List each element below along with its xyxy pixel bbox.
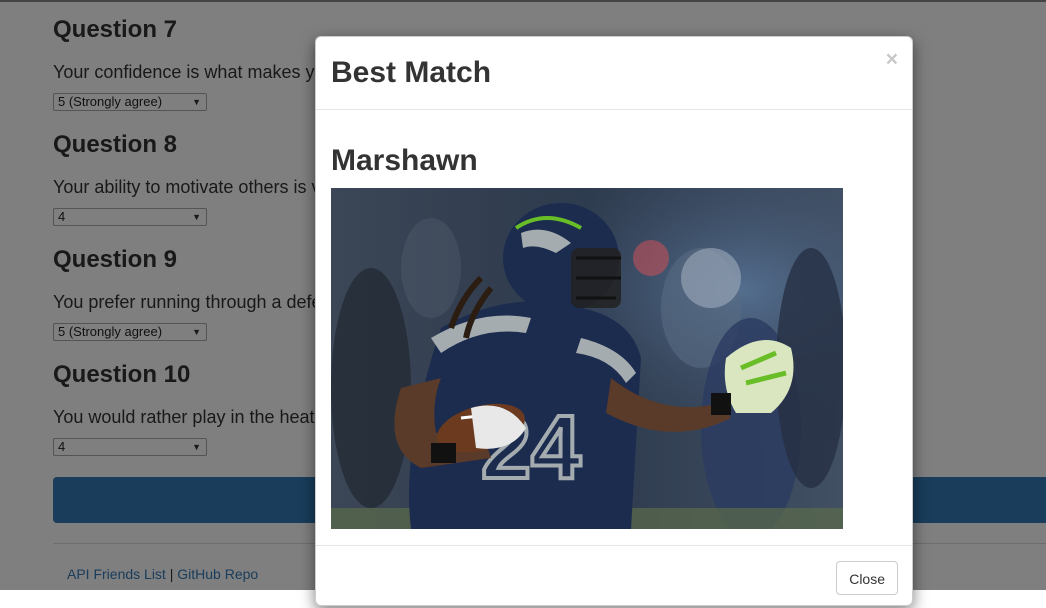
football-player-image: 24 <box>331 188 843 529</box>
close-icon[interactable]: × <box>886 49 898 70</box>
survey-page: Question 7 Your confidence is what makes… <box>0 0 1046 606</box>
best-match-modal: Best Match × Marshawn 24 Close <box>315 36 913 606</box>
modal-footer: Close <box>316 545 912 608</box>
modal-title: Best Match <box>331 56 492 89</box>
match-name: Marshawn <box>331 144 478 177</box>
close-button[interactable]: Close <box>836 561 898 595</box>
match-photo: 24 <box>331 188 843 529</box>
modal-header: Best Match × <box>316 37 912 110</box>
